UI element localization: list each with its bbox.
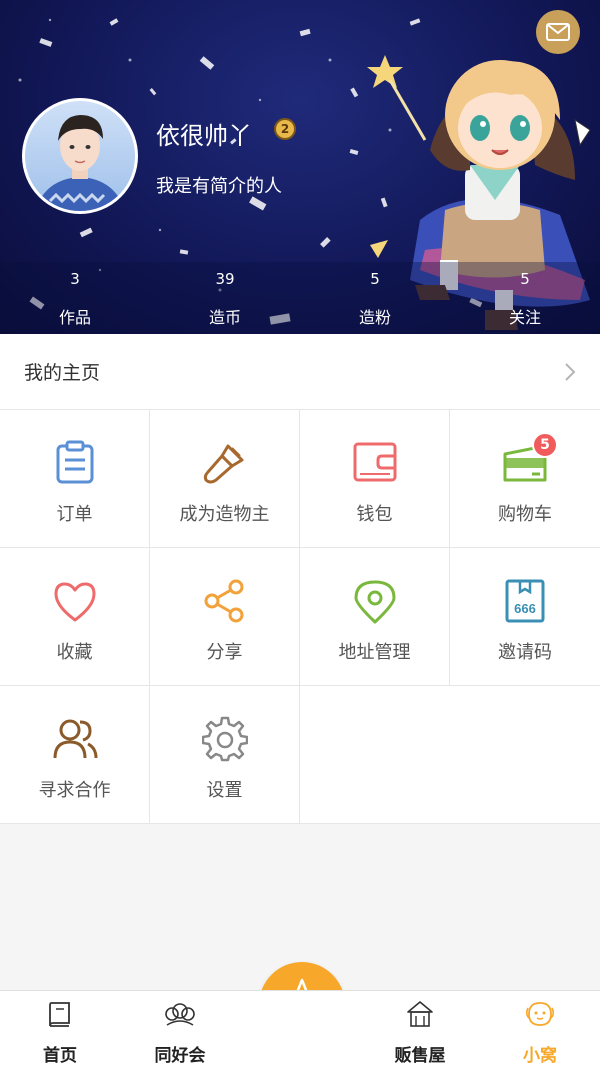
user-nickname: 依很帅丫: [156, 122, 252, 150]
grid-item-label: 收藏: [56, 642, 93, 663]
stat-label: 造粉: [358, 308, 391, 327]
message-button[interactable]: [536, 10, 580, 54]
users-icon: [53, 719, 97, 759]
invite-code-icon: 666: [505, 579, 545, 623]
brush-icon: [203, 444, 243, 484]
shop-icon: [407, 1001, 433, 1027]
tab-community[interactable]: 同好会: [120, 999, 240, 1066]
tab-label: 首页: [43, 1046, 77, 1066]
grid-item-label: 成为造物主: [179, 504, 270, 525]
mail-icon: [546, 23, 570, 41]
grid-item-label: 设置: [206, 780, 243, 801]
group-icon: [165, 1003, 195, 1026]
wallet-icon: [353, 442, 396, 482]
cart-count-badge: 5: [532, 432, 558, 458]
stat-label: 关注: [508, 308, 541, 327]
tab-nest[interactable]: 小窝: [480, 999, 600, 1066]
stat-value: 39: [215, 270, 235, 288]
grid-item-settings[interactable]: 设置: [150, 686, 300, 824]
grid-item-wallet[interactable]: 钱包: [300, 410, 450, 548]
tab-label: 同好会: [154, 1046, 206, 1066]
invite-code-value: 666: [514, 601, 536, 616]
grid-item-label: 邀请码: [498, 642, 552, 663]
clipboard-icon: [56, 440, 93, 484]
grid-item-cart[interactable]: 5 购物车: [450, 410, 600, 548]
gear-icon: [201, 716, 248, 762]
stat-label: 作品: [58, 308, 91, 327]
grid-item-address[interactable]: 地址管理: [300, 548, 450, 686]
avatar[interactable]: [22, 98, 138, 214]
stat-label: 造币: [208, 308, 241, 327]
grid-item-label: 订单: [56, 504, 93, 525]
tab-home[interactable]: 首页: [0, 999, 120, 1066]
my-homepage-label: 我的主页: [24, 362, 101, 384]
stat-value: 3: [70, 270, 80, 288]
grid-item-become-creator[interactable]: 成为造物主: [150, 410, 300, 548]
level-badge: 2: [274, 118, 296, 140]
tab-label: 贩售屋: [394, 1046, 446, 1066]
avatar-image: [35, 115, 125, 211]
grid-item-share[interactable]: 分享: [150, 548, 300, 686]
tab-shop[interactable]: 贩售屋: [360, 999, 480, 1066]
share-icon: [204, 579, 243, 623]
stat-following[interactable]: 5 关注: [450, 262, 600, 334]
tab-label: 小窝: [523, 1046, 557, 1066]
book-icon: [49, 1002, 70, 1027]
profile-header-banner: 依很帅丫 2 我是有简介的人 3 作品 39 造币 5 造粉 5 关注: [0, 0, 600, 334]
profile-stats: 3 作品 39 造币 5 造粉 5 关注: [0, 262, 600, 334]
grid-item-orders[interactable]: 订单: [0, 410, 150, 548]
grid-item-favorites[interactable]: 收藏: [0, 548, 150, 686]
nest-icon: [525, 1002, 555, 1026]
bottom-tab-bar: 首页 同好会 贩售屋 小窝: [0, 990, 600, 1067]
grid-item-label: 寻求合作: [38, 780, 111, 801]
heart-icon: [54, 582, 95, 622]
stat-value: 5: [370, 270, 380, 288]
user-bio: 我是有简介的人: [156, 176, 282, 197]
chevron-right-icon: [565, 362, 576, 381]
stat-fans[interactable]: 5 造粉: [300, 262, 450, 334]
stat-value: 5: [520, 270, 530, 288]
grid-item-label: 分享: [206, 642, 243, 663]
location-icon: [354, 580, 395, 624]
stat-coins[interactable]: 39 造币: [150, 262, 300, 334]
grid-item-label: 购物车: [498, 504, 552, 525]
grid-item-label: 钱包: [356, 504, 393, 525]
grid-item-cooperation[interactable]: 寻求合作: [0, 686, 150, 824]
my-homepage-row[interactable]: 我的主页: [0, 334, 600, 410]
stat-works[interactable]: 3 作品: [0, 262, 150, 334]
grid-item-invite-code[interactable]: 666 邀请码: [450, 548, 600, 686]
grid-empty-cell: [300, 686, 600, 824]
grid-item-label: 地址管理: [338, 642, 411, 663]
function-grid: 订单 成为造物主 钱包 5 购物车 收藏 分享 地址管理 666 邀请码 寻求合…: [0, 410, 600, 824]
